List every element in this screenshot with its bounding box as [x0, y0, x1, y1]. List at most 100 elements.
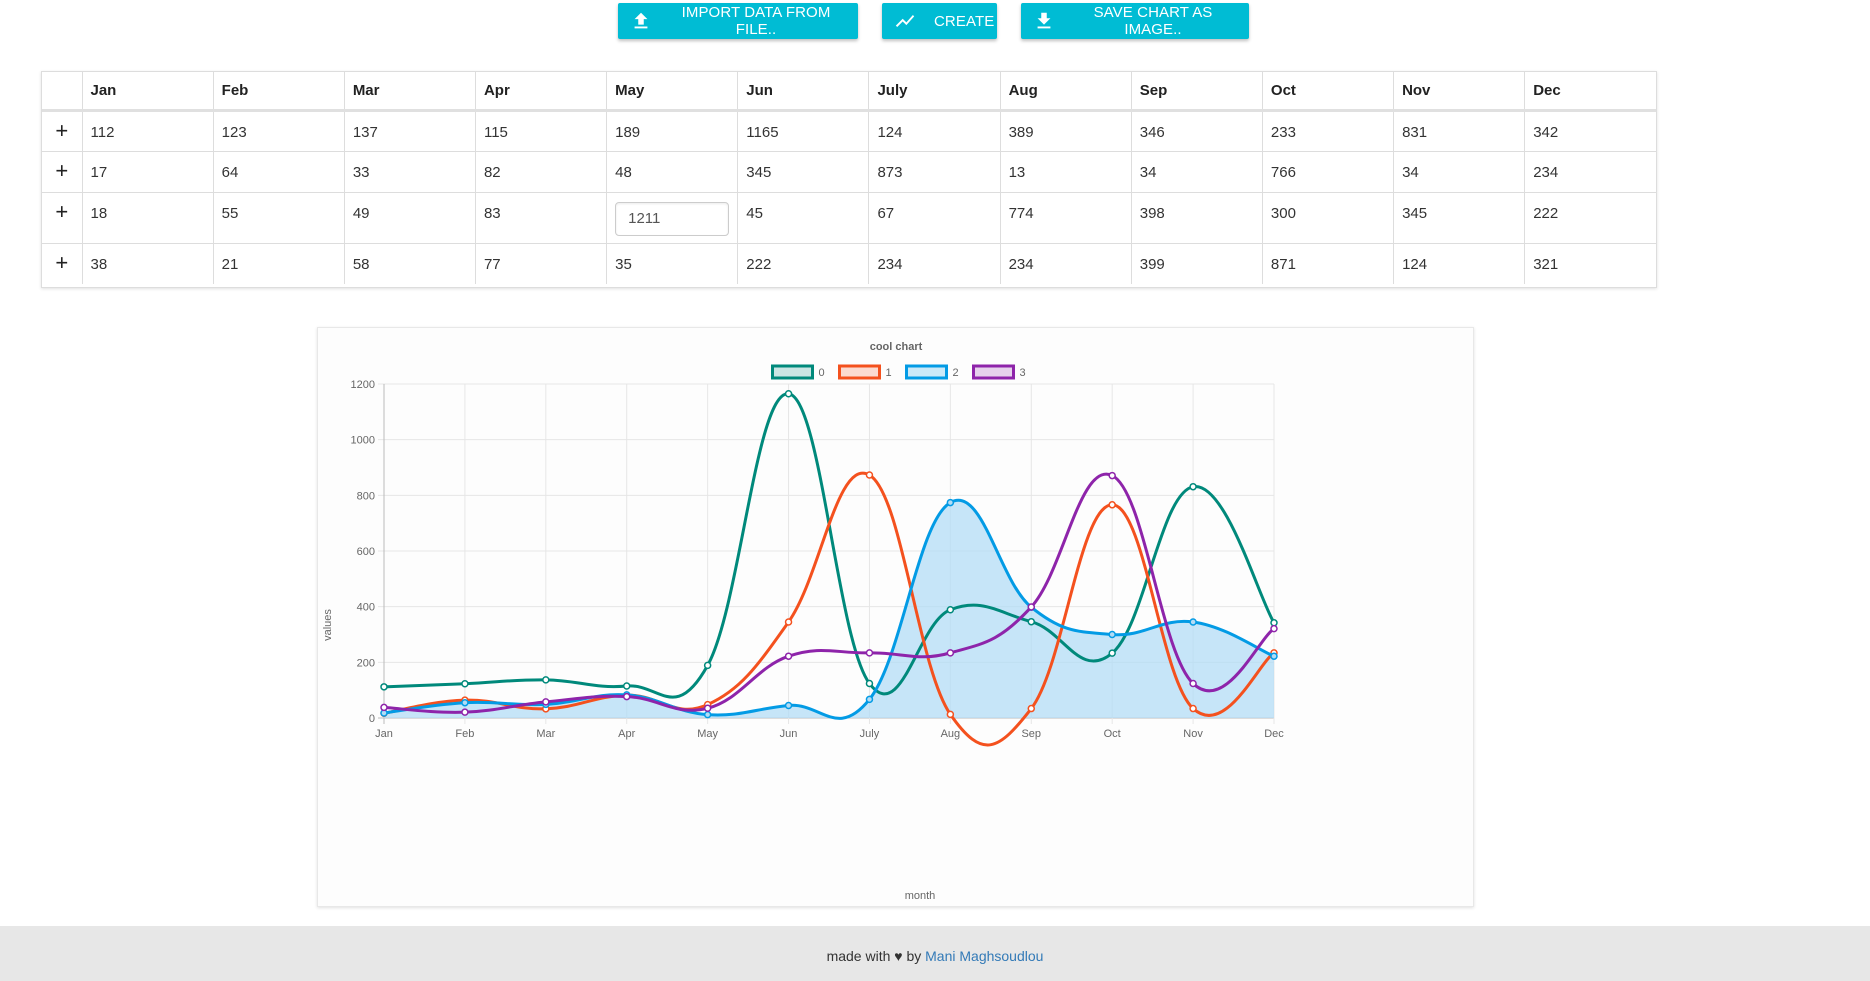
- series-0-point: [946, 605, 955, 614]
- table-cell[interactable]: 346: [1131, 110, 1263, 152]
- x-tick-label: Oct: [1104, 728, 1121, 740]
- table-cell[interactable]: 35: [606, 243, 739, 284]
- add-row-button[interactable]: +: [42, 192, 83, 244]
- table-cell[interactable]: 398: [1131, 192, 1263, 244]
- table-header-row: Jan Feb Mar Apr May Jun July Aug Sep Oct…: [42, 72, 1656, 112]
- corner-cell: [42, 72, 83, 112]
- add-row-button[interactable]: +: [42, 243, 83, 284]
- column-header-jan: Jan: [82, 72, 214, 112]
- column-header-july: July: [868, 72, 1001, 112]
- series-0-point: [1108, 649, 1116, 657]
- table-row: + 17 64 33 82 48 345 873 13 34 766 34 23…: [42, 151, 1656, 193]
- table-cell[interactable]: 189: [606, 110, 739, 152]
- table-cell[interactable]: 233: [1262, 110, 1395, 152]
- table-cell[interactable]: 49: [344, 192, 476, 244]
- cell-edit-input[interactable]: [615, 201, 730, 236]
- table-cell[interactable]: 55: [213, 192, 345, 244]
- legend-label-1: 1: [886, 367, 892, 379]
- column-header-feb: Feb: [213, 72, 345, 112]
- table-cell-editing[interactable]: [606, 192, 739, 244]
- table-cell[interactable]: 1165: [737, 110, 870, 152]
- table-cell[interactable]: 234: [1524, 151, 1656, 193]
- download-icon: [1033, 10, 1055, 32]
- table-cell[interactable]: 234: [1000, 243, 1132, 284]
- table-cell[interactable]: 34: [1131, 151, 1263, 193]
- series-2-point: [703, 710, 712, 719]
- table-cell[interactable]: 34: [1393, 151, 1526, 193]
- x-tick-label: Jan: [375, 728, 393, 740]
- table-cell[interactable]: 321: [1525, 243, 1656, 284]
- x-tick-label: Dec: [1264, 728, 1284, 740]
- toolbar: IMPORT DATA FROM FILE.. CREATE SAVE CHAR…: [0, 3, 1870, 41]
- table-cell[interactable]: 115: [475, 110, 608, 152]
- table-cell[interactable]: 17: [82, 151, 214, 193]
- series-1-point: [946, 710, 955, 719]
- table-cell[interactable]: 871: [1262, 243, 1395, 284]
- table-cell[interactable]: 83: [475, 192, 608, 244]
- table-cell[interactable]: 831: [1393, 110, 1526, 152]
- legend-swatch-2: [905, 364, 948, 380]
- series-0-point: [784, 389, 793, 398]
- table-cell[interactable]: 33: [344, 151, 476, 193]
- y-axis: 0 200 400 600 800 1000 1200: [351, 379, 375, 725]
- column-header-sep: Sep: [1131, 72, 1263, 112]
- table-cell[interactable]: 21: [213, 243, 345, 284]
- series-3-point: [946, 649, 955, 657]
- legend-label-3: 3: [1020, 367, 1026, 379]
- y-axis-label: values: [322, 609, 334, 641]
- series-3-point: [703, 704, 712, 713]
- legend-label-0: 0: [819, 367, 825, 379]
- table-cell[interactable]: 342: [1524, 110, 1656, 152]
- table-cell[interactable]: 399: [1131, 243, 1263, 284]
- series-0-point: [865, 679, 874, 688]
- y-tick-label: 600: [357, 546, 375, 558]
- table-cell[interactable]: 345: [737, 151, 870, 193]
- table-cell[interactable]: 58: [344, 243, 476, 284]
- table-cell[interactable]: 123: [213, 110, 345, 152]
- upload-icon: [630, 10, 652, 32]
- table-cell[interactable]: 38: [82, 243, 214, 284]
- table-cell[interactable]: 77: [475, 243, 608, 284]
- table-cell[interactable]: 13: [1000, 151, 1132, 193]
- create-button[interactable]: CREATE: [882, 3, 997, 39]
- table-cell[interactable]: 222: [1524, 192, 1656, 244]
- table-cell[interactable]: 766: [1262, 151, 1395, 193]
- table-cell[interactable]: 222: [737, 243, 870, 284]
- add-row-button[interactable]: +: [42, 151, 83, 193]
- import-data-button[interactable]: IMPORT DATA FROM FILE..: [618, 3, 858, 39]
- table-cell[interactable]: 124: [1393, 243, 1526, 284]
- table-cell[interactable]: 774: [1000, 192, 1132, 244]
- column-header-may: May: [606, 72, 739, 112]
- table-cell[interactable]: 45: [737, 192, 870, 244]
- series-1-point: [784, 618, 793, 626]
- table-cell[interactable]: 124: [868, 110, 1001, 152]
- legend-label-2: 2: [953, 367, 959, 379]
- table-cell[interactable]: 345: [1393, 192, 1526, 244]
- x-tick-label: Apr: [618, 728, 635, 740]
- author-link[interactable]: Mani Maghsoudlou: [925, 948, 1043, 964]
- table-cell[interactable]: 112: [82, 110, 214, 152]
- table-cell[interactable]: 67: [868, 192, 1001, 244]
- series-2-point: [784, 701, 793, 710]
- x-tick-label: Aug: [941, 728, 961, 740]
- series-2-point: [1189, 618, 1197, 626]
- x-axis-label: month: [905, 890, 936, 902]
- save-chart-button[interactable]: SAVE CHART AS IMAGE..: [1021, 3, 1249, 39]
- series-0-point: [1027, 617, 1036, 626]
- table-cell[interactable]: 48: [606, 151, 739, 193]
- table-cell[interactable]: 137: [344, 110, 476, 152]
- table-cell[interactable]: 82: [475, 151, 608, 193]
- y-tick-label: 400: [357, 602, 375, 614]
- series-3-point: [622, 692, 631, 701]
- create-label: CREATE: [934, 12, 995, 30]
- table-cell[interactable]: 300: [1262, 192, 1395, 244]
- series-0-point: [1189, 482, 1197, 491]
- table-cell[interactable]: 389: [1000, 110, 1132, 152]
- table-cell[interactable]: 18: [82, 192, 214, 244]
- table-cell[interactable]: 234: [868, 243, 1001, 284]
- x-tick-label: Sep: [1021, 728, 1041, 740]
- table-cell[interactable]: 873: [868, 151, 1001, 193]
- series-3-point: [865, 649, 874, 657]
- add-row-button[interactable]: +: [42, 110, 83, 152]
- table-cell[interactable]: 64: [213, 151, 345, 193]
